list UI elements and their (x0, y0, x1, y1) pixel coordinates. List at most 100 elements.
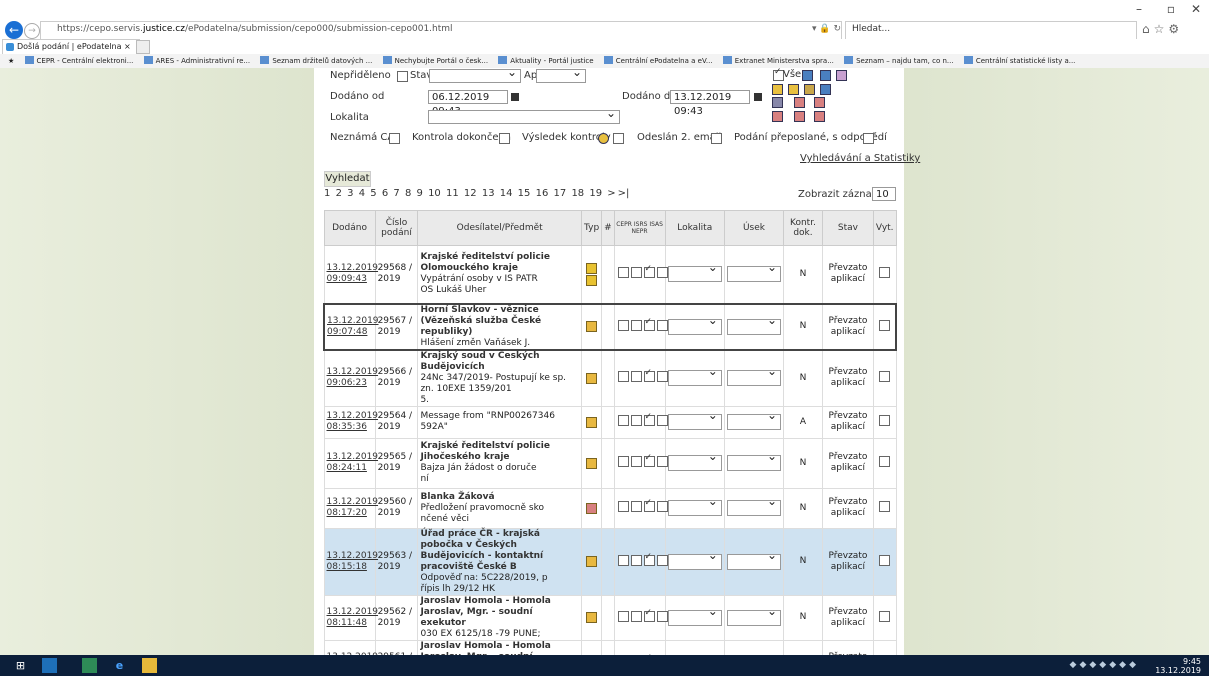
status-filter-icon[interactable] (772, 97, 783, 108)
usek-dropdown[interactable] (726, 451, 782, 471)
page-link[interactable]: 8 (405, 188, 411, 199)
vyt-checkbox[interactable] (879, 371, 891, 382)
status-filter-icon[interactable] (794, 97, 805, 108)
time-link[interactable]: 09:09:43 (327, 274, 367, 284)
calendar-icon[interactable] (511, 93, 519, 101)
page-last-link[interactable]: >| (618, 188, 630, 199)
table-row[interactable]: 13.12.2019 08:35:36 29564 /2019 Message fro… (323, 405, 897, 439)
page-link[interactable]: 5 (370, 188, 376, 199)
status-filter-icon[interactable] (772, 84, 783, 95)
cell-date[interactable]: 13.12.2019 09:09:43 (323, 245, 378, 304)
page-link[interactable]: 15 (518, 188, 531, 199)
col-stav[interactable]: Stav (821, 210, 874, 246)
excel-icon[interactable] (82, 658, 97, 673)
cepr-checkbox[interactable] (617, 415, 629, 426)
isrs-checkbox[interactable] (630, 371, 642, 382)
stats-link[interactable]: Vyhledávání a Statistiky (800, 153, 920, 164)
page-link[interactable]: 19 (589, 188, 602, 199)
col-cislo[interactable]: Číslo podání (374, 210, 419, 246)
nepr-checkbox[interactable] (656, 371, 668, 382)
lokalita-dropdown[interactable] (667, 606, 722, 626)
cell-date[interactable]: 13.12.201908:11:47 (323, 639, 378, 655)
type-icon[interactable] (586, 502, 598, 514)
page-link[interactable]: 2 (336, 188, 342, 199)
status-filter-icon[interactable] (804, 84, 815, 95)
address-bar[interactable]: https://cepo.servis.justice.cz/ePodateln… (40, 21, 842, 40)
cepr-checkbox[interactable] (617, 267, 629, 279)
time-link[interactable]: 08:24:11 (327, 463, 367, 473)
isas-checkbox[interactable] (643, 453, 655, 467)
status-filter-icon[interactable] (836, 70, 847, 81)
col-typ[interactable]: Typ (580, 210, 603, 246)
close-icon[interactable]: ✕ (1185, 2, 1207, 16)
windows-start-icon[interactable]: ⊞ (13, 658, 28, 673)
vysledek-checkbox[interactable] (613, 133, 624, 144)
minimize-icon[interactable]: – (1128, 2, 1150, 16)
isas-checkbox[interactable] (643, 317, 655, 331)
table-row[interactable]: 13.12.2019 08:11:48 29562 /2019 Jaroslav Ho… (323, 594, 897, 641)
fav-item[interactable]: Centrální ePodatelna a eV... (603, 54, 713, 68)
vyt-checkbox[interactable] (879, 554, 891, 566)
cell-date[interactable]: 13.12.2019 08:24:11 (323, 437, 378, 489)
cepr-checkbox[interactable] (617, 371, 629, 382)
col-hash[interactable]: # (601, 210, 615, 246)
cepr-checkbox[interactable] (617, 501, 629, 512)
col-odesilatel[interactable]: Odesílatel/Předmět (417, 210, 582, 246)
records-input[interactable]: 10 (872, 187, 896, 201)
kontrola-checkbox[interactable] (499, 133, 510, 144)
fav-item[interactable]: Extranet Ministerstva spra... (722, 54, 834, 68)
forward-arrow-icon[interactable]: → (24, 23, 40, 39)
time-link[interactable]: 08:15:18 (327, 562, 367, 572)
nepr-checkbox[interactable] (656, 415, 668, 426)
page-link[interactable]: 3 (347, 188, 353, 199)
col-dodano[interactable]: Dodáno (323, 210, 376, 246)
cell-date[interactable]: 13.12.2019 08:15:18 (323, 527, 378, 596)
isrs-checkbox[interactable] (630, 415, 642, 426)
table-row[interactable]: 13.12.2019 09:07:48 29567 /2019 Horní Slavk… (322, 302, 897, 351)
usek-dropdown[interactable] (726, 550, 782, 570)
usek-dropdown[interactable] (726, 315, 782, 335)
cepr-checkbox[interactable] (617, 610, 629, 622)
date-link[interactable]: 13.12.2019 (327, 551, 379, 561)
type-icon[interactable] (586, 262, 598, 274)
explorer-icon[interactable] (142, 658, 157, 673)
page-link[interactable]: 1 (324, 188, 330, 199)
stav-select[interactable] (429, 68, 521, 83)
col-usek[interactable]: Úsek (723, 210, 785, 246)
lock-refresh-icons[interactable]: ▾ 🔒 ↻ (812, 24, 841, 34)
system-tray-icons[interactable]: ◆◆◆◆◆◆◆ (1070, 660, 1139, 670)
status-filter-icon[interactable] (814, 97, 825, 108)
fav-item[interactable]: Seznam držitelů datových ... (260, 54, 372, 68)
fav-item[interactable]: CEPR - Centrální elektroni... (24, 54, 133, 68)
date-link[interactable]: 13.12.2019 (327, 367, 379, 377)
fav-item[interactable]: Centrální statistické listy a... (963, 54, 1075, 68)
col-lokalita[interactable]: Lokalita (664, 210, 725, 246)
table-row[interactable]: 13.12.2019 08:15:18 29563 /2019 Úřad práce … (323, 527, 897, 596)
isrs-checkbox[interactable] (630, 610, 642, 622)
table-row[interactable]: 13.12.2019 08:17:20 29560 /2019 Blanka Žáko… (323, 487, 897, 529)
calendar-icon[interactable] (754, 93, 762, 101)
isas-checkbox[interactable] (643, 608, 655, 622)
nepr-checkbox[interactable] (656, 319, 668, 331)
fav-item[interactable]: Seznam – najdu tam, co n... (844, 54, 954, 68)
odeslan-checkbox[interactable] (711, 133, 722, 144)
status-filter-icon[interactable] (788, 84, 799, 95)
status-filter-icon[interactable] (820, 70, 831, 81)
neznama-ca-checkbox[interactable] (389, 133, 400, 144)
isrs-checkbox[interactable] (630, 319, 642, 331)
type-icon[interactable] (586, 372, 598, 384)
fav-item[interactable]: Aktuality - Portál justice (498, 54, 594, 68)
cell-date[interactable]: 13.12.2019 08:17:20 (323, 487, 378, 529)
cell-date[interactable]: 13.12.2019 09:06:23 (323, 349, 378, 407)
vyt-checkbox[interactable] (879, 610, 891, 622)
status-filter-icon[interactable] (814, 111, 825, 122)
maximize-icon[interactable]: ▫ (1160, 2, 1182, 16)
fav-item[interactable]: ARES - Administrativní re... (143, 54, 250, 68)
page-link[interactable]: 12 (464, 188, 477, 199)
status-filter-icon[interactable] (772, 111, 783, 122)
nepr-checkbox[interactable] (656, 501, 668, 512)
isrs-checkbox[interactable] (630, 501, 642, 512)
type-icon[interactable] (586, 556, 598, 567)
page-link[interactable]: 16 (536, 188, 549, 199)
page-link[interactable]: 17 (554, 188, 567, 199)
